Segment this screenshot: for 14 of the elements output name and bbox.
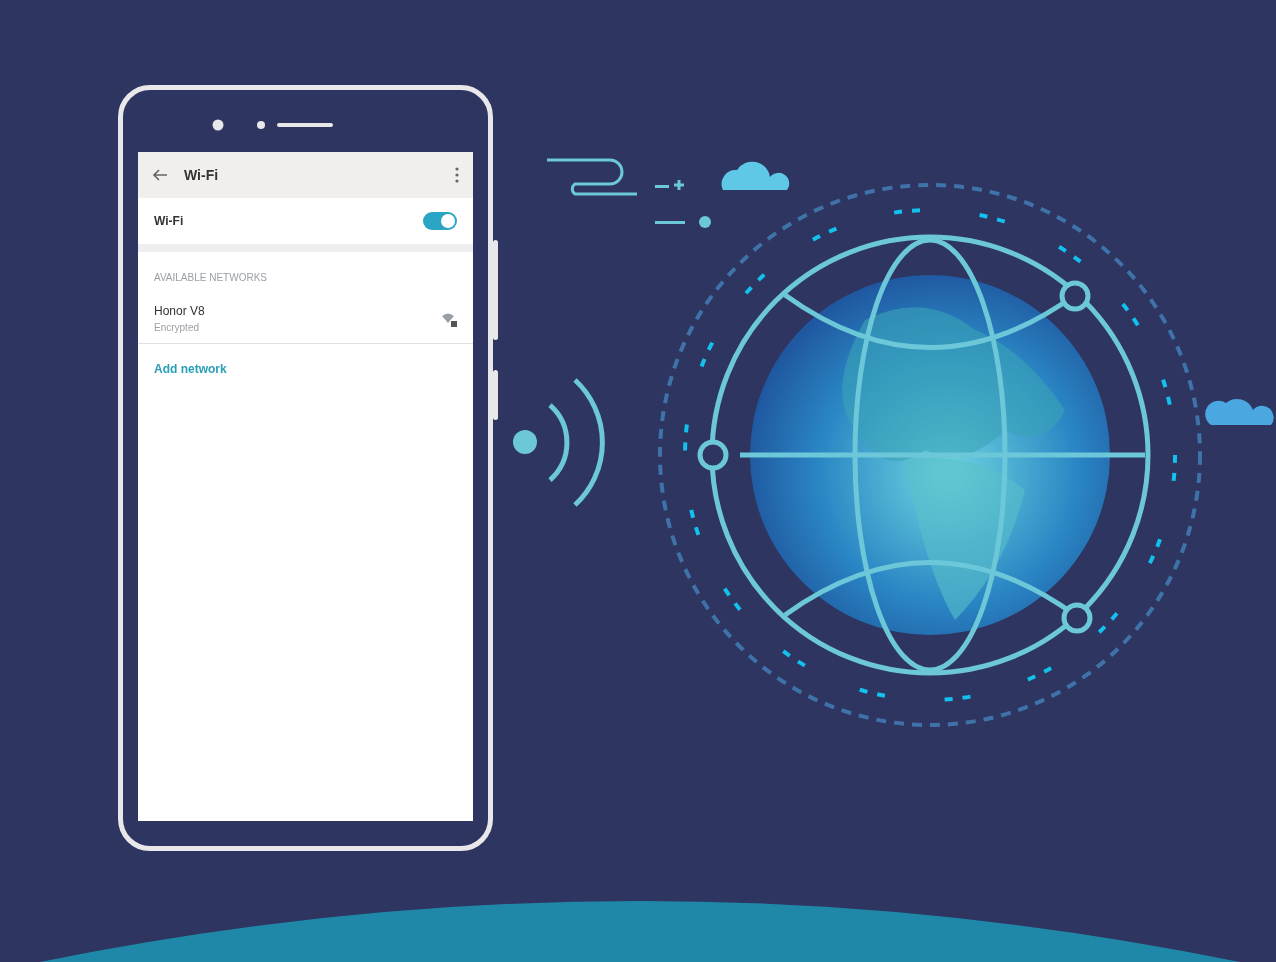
- cloud-icon: [1205, 398, 1274, 425]
- wifi-toggle[interactable]: [423, 212, 457, 230]
- camera-dot-icon: [212, 119, 224, 131]
- cloud-icon: [721, 161, 790, 190]
- network-name: Honor V8: [154, 303, 205, 320]
- speaker-slot-icon: [257, 121, 333, 129]
- screen-title: Wi-Fi: [184, 165, 219, 185]
- more-options-icon[interactable]: [455, 166, 459, 184]
- network-status: Encrypted: [154, 321, 201, 335]
- section-header: AVAILABLE NETWORKS: [154, 272, 267, 283]
- back-arrow-icon[interactable]: [152, 168, 168, 182]
- wifi-label: Wi-Fi: [154, 213, 184, 230]
- network-row[interactable]: Honor V8 Encrypted: [138, 294, 473, 344]
- signal-waves-icon: [513, 378, 605, 507]
